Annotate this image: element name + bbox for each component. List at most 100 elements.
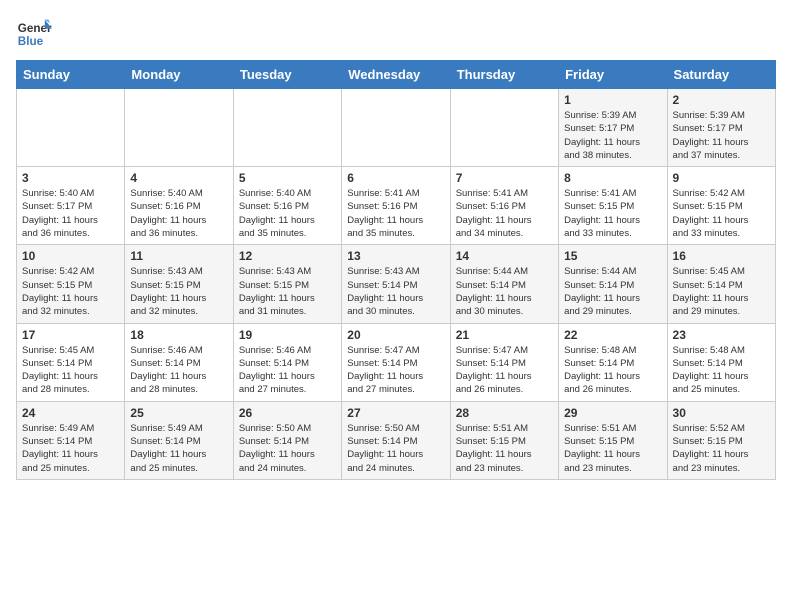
day-cell: [342, 89, 450, 167]
day-info: Sunrise: 5:50 AM Sunset: 5:14 PM Dayligh…: [239, 422, 336, 475]
day-info: Sunrise: 5:45 AM Sunset: 5:14 PM Dayligh…: [673, 265, 770, 318]
day-number: 18: [130, 328, 227, 342]
day-cell: 14 Sunrise: 5:44 AM Sunset: 5:14 PM Dayli…: [450, 245, 558, 323]
day-cell: 21 Sunrise: 5:47 AM Sunset: 5:14 PM Dayli…: [450, 323, 558, 401]
day-info: Sunrise: 5:42 AM Sunset: 5:15 PM Dayligh…: [673, 187, 770, 240]
day-cell: 1 Sunrise: 5:39 AM Sunset: 5:17 PM Daylig…: [559, 89, 667, 167]
logo: General Blue: [16, 16, 52, 52]
day-info: Sunrise: 5:44 AM Sunset: 5:14 PM Dayligh…: [564, 265, 661, 318]
column-header-tuesday: Tuesday: [233, 61, 341, 89]
day-info: Sunrise: 5:41 AM Sunset: 5:15 PM Dayligh…: [564, 187, 661, 240]
day-number: 20: [347, 328, 444, 342]
day-cell: 20 Sunrise: 5:47 AM Sunset: 5:14 PM Dayli…: [342, 323, 450, 401]
calendar-table: SundayMondayTuesdayWednesdayThursdayFrid…: [16, 60, 776, 480]
day-number: 10: [22, 249, 119, 263]
page-header: General Blue: [16, 16, 776, 52]
day-cell: 19 Sunrise: 5:46 AM Sunset: 5:14 PM Dayli…: [233, 323, 341, 401]
week-row-2: 3 Sunrise: 5:40 AM Sunset: 5:17 PM Daylig…: [17, 167, 776, 245]
day-number: 4: [130, 171, 227, 185]
day-cell: [17, 89, 125, 167]
day-number: 28: [456, 406, 553, 420]
day-number: 21: [456, 328, 553, 342]
day-cell: 3 Sunrise: 5:40 AM Sunset: 5:17 PM Daylig…: [17, 167, 125, 245]
day-number: 1: [564, 93, 661, 107]
column-header-friday: Friday: [559, 61, 667, 89]
day-info: Sunrise: 5:46 AM Sunset: 5:14 PM Dayligh…: [239, 344, 336, 397]
day-cell: 26Sunrise: 5:50 AM Sunset: 5:14 PM Dayli…: [233, 401, 341, 479]
day-info: Sunrise: 5:51 AM Sunset: 5:15 PM Dayligh…: [456, 422, 553, 475]
day-number: 15: [564, 249, 661, 263]
day-info: Sunrise: 5:49 AM Sunset: 5:14 PM Dayligh…: [130, 422, 227, 475]
calendar-header-row: SundayMondayTuesdayWednesdayThursdayFrid…: [17, 61, 776, 89]
day-info: Sunrise: 5:39 AM Sunset: 5:17 PM Dayligh…: [564, 109, 661, 162]
day-info: Sunrise: 5:43 AM Sunset: 5:15 PM Dayligh…: [130, 265, 227, 318]
day-number: 25: [130, 406, 227, 420]
day-number: 11: [130, 249, 227, 263]
day-cell: 4 Sunrise: 5:40 AM Sunset: 5:16 PM Daylig…: [125, 167, 233, 245]
day-info: Sunrise: 5:41 AM Sunset: 5:16 PM Dayligh…: [347, 187, 444, 240]
day-number: 3: [22, 171, 119, 185]
day-cell: 16 Sunrise: 5:45 AM Sunset: 5:14 PM Dayli…: [667, 245, 775, 323]
column-header-sunday: Sunday: [17, 61, 125, 89]
day-cell: 10 Sunrise: 5:42 AM Sunset: 5:15 PM Dayli…: [17, 245, 125, 323]
day-cell: [125, 89, 233, 167]
day-number: 29: [564, 406, 661, 420]
column-header-thursday: Thursday: [450, 61, 558, 89]
day-info: Sunrise: 5:40 AM Sunset: 5:17 PM Dayligh…: [22, 187, 119, 240]
day-cell: 23 Sunrise: 5:48 AM Sunset: 5:14 PM Dayli…: [667, 323, 775, 401]
column-header-wednesday: Wednesday: [342, 61, 450, 89]
day-cell: 30Sunrise: 5:52 AM Sunset: 5:15 PM Dayli…: [667, 401, 775, 479]
day-cell: 8 Sunrise: 5:41 AM Sunset: 5:15 PM Daylig…: [559, 167, 667, 245]
day-info: Sunrise: 5:47 AM Sunset: 5:14 PM Dayligh…: [456, 344, 553, 397]
day-number: 13: [347, 249, 444, 263]
day-cell: 25 Sunrise: 5:49 AM Sunset: 5:14 PM Dayli…: [125, 401, 233, 479]
day-info: Sunrise: 5:50 AM Sunset: 5:14 PM Dayligh…: [347, 422, 444, 475]
logo-icon: General Blue: [16, 16, 52, 52]
day-info: Sunrise: 5:51 AM Sunset: 5:15 PM Dayligh…: [564, 422, 661, 475]
day-info: Sunrise: 5:46 AM Sunset: 5:14 PM Dayligh…: [130, 344, 227, 397]
week-row-5: 24Sunrise: 5:49 AM Sunset: 5:14 PM Dayli…: [17, 401, 776, 479]
day-number: 12: [239, 249, 336, 263]
day-number: 7: [456, 171, 553, 185]
day-info: Sunrise: 5:40 AM Sunset: 5:16 PM Dayligh…: [130, 187, 227, 240]
week-row-3: 10 Sunrise: 5:42 AM Sunset: 5:15 PM Dayli…: [17, 245, 776, 323]
column-header-monday: Monday: [125, 61, 233, 89]
day-info: Sunrise: 5:47 AM Sunset: 5:14 PM Dayligh…: [347, 344, 444, 397]
day-info: Sunrise: 5:43 AM Sunset: 5:15 PM Dayligh…: [239, 265, 336, 318]
day-number: 19: [239, 328, 336, 342]
week-row-1: 1 Sunrise: 5:39 AM Sunset: 5:17 PM Daylig…: [17, 89, 776, 167]
day-cell: 17Sunrise: 5:45 AM Sunset: 5:14 PM Dayli…: [17, 323, 125, 401]
day-cell: [450, 89, 558, 167]
day-cell: [233, 89, 341, 167]
svg-text:Blue: Blue: [18, 35, 44, 48]
day-cell: 12 Sunrise: 5:43 AM Sunset: 5:15 PM Dayli…: [233, 245, 341, 323]
day-info: Sunrise: 5:44 AM Sunset: 5:14 PM Dayligh…: [456, 265, 553, 318]
day-cell: 24Sunrise: 5:49 AM Sunset: 5:14 PM Dayli…: [17, 401, 125, 479]
day-info: Sunrise: 5:48 AM Sunset: 5:14 PM Dayligh…: [673, 344, 770, 397]
day-number: 14: [456, 249, 553, 263]
day-cell: 7 Sunrise: 5:41 AM Sunset: 5:16 PM Daylig…: [450, 167, 558, 245]
day-info: Sunrise: 5:39 AM Sunset: 5:17 PM Dayligh…: [673, 109, 770, 162]
day-cell: 13 Sunrise: 5:43 AM Sunset: 5:14 PM Dayli…: [342, 245, 450, 323]
day-number: 5: [239, 171, 336, 185]
day-number: 23: [673, 328, 770, 342]
day-info: Sunrise: 5:40 AM Sunset: 5:16 PM Dayligh…: [239, 187, 336, 240]
day-cell: 2 Sunrise: 5:39 AM Sunset: 5:17 PM Daylig…: [667, 89, 775, 167]
day-info: Sunrise: 5:41 AM Sunset: 5:16 PM Dayligh…: [456, 187, 553, 240]
day-cell: 22Sunrise: 5:48 AM Sunset: 5:14 PM Dayli…: [559, 323, 667, 401]
day-number: 8: [564, 171, 661, 185]
day-number: 27: [347, 406, 444, 420]
day-number: 16: [673, 249, 770, 263]
day-cell: 9 Sunrise: 5:42 AM Sunset: 5:15 PM Daylig…: [667, 167, 775, 245]
day-number: 6: [347, 171, 444, 185]
day-info: Sunrise: 5:42 AM Sunset: 5:15 PM Dayligh…: [22, 265, 119, 318]
day-cell: 11 Sunrise: 5:43 AM Sunset: 5:15 PM Dayli…: [125, 245, 233, 323]
day-number: 2: [673, 93, 770, 107]
day-info: Sunrise: 5:43 AM Sunset: 5:14 PM Dayligh…: [347, 265, 444, 318]
day-info: Sunrise: 5:49 AM Sunset: 5:14 PM Dayligh…: [22, 422, 119, 475]
day-number: 9: [673, 171, 770, 185]
day-info: Sunrise: 5:45 AM Sunset: 5:14 PM Dayligh…: [22, 344, 119, 397]
column-header-saturday: Saturday: [667, 61, 775, 89]
day-number: 30: [673, 406, 770, 420]
day-number: 22: [564, 328, 661, 342]
